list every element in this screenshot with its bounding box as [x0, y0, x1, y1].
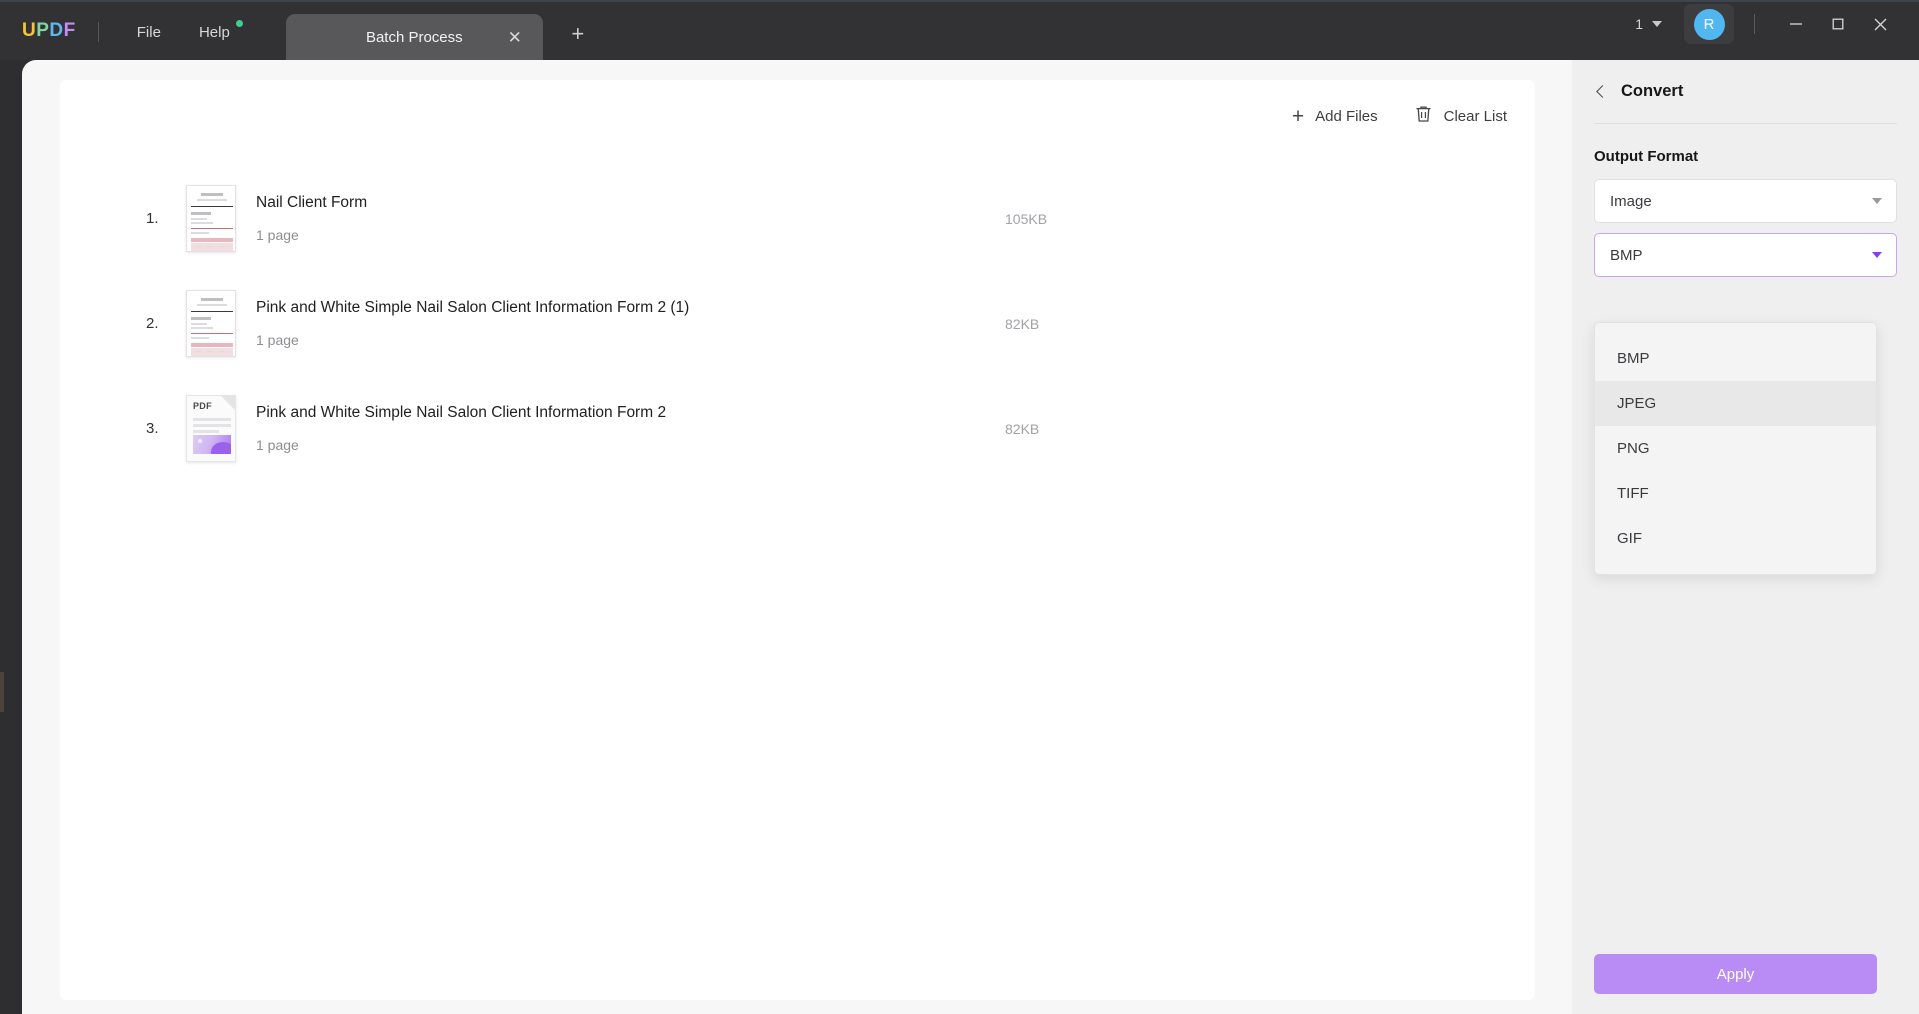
file-list-toolbar: + Add Files Clear List — [1292, 104, 1507, 128]
app-body: + Add Files Clear List 1. Nail Client Fo… — [0, 60, 1919, 1014]
tab-batch-process-label: Batch Process — [365, 28, 463, 46]
content-area: + Add Files Clear List 1. Nail Client Fo… — [22, 60, 1572, 1014]
chevron-down-icon — [1872, 198, 1882, 204]
file-pages: 1 page — [256, 437, 299, 453]
output-format-label: Output Format — [1594, 148, 1699, 165]
apply-button-label: Apply — [1716, 965, 1755, 983]
output-format-select[interactable]: Image — [1594, 179, 1897, 223]
logo-letter-d: D — [49, 20, 64, 41]
file-name: Nail Client Form — [256, 194, 368, 211]
file-info: Pink and White Simple Nail Salon Client … — [256, 299, 689, 348]
image-subformat-select[interactable]: BMP — [1594, 233, 1897, 277]
convert-panel: Convert Output Format Image BMP BMP JPEG… — [1572, 60, 1919, 1014]
file-info: Nail Client Form 1 page — [256, 194, 367, 243]
dropdown-option-label: GIF — [1617, 530, 1642, 547]
window-edge-marker — [0, 672, 4, 712]
avatar: R — [1693, 8, 1725, 40]
panel-divider — [1594, 123, 1897, 124]
dropdown-option-tiff[interactable]: TIFF — [1595, 471, 1876, 516]
file-thumbnail — [186, 290, 236, 357]
pdf-file-icon: PDF — [186, 395, 236, 462]
dropdown-option-png[interactable]: PNG — [1595, 426, 1876, 471]
file-name: Pink and White Simple Nail Salon Client … — [256, 299, 690, 316]
file-size: 105KB — [1005, 210, 1048, 227]
menu-help-label: Help — [198, 24, 230, 41]
file-list: 1. Nail Client Form 1 page 105KB 2. Pink… — [60, 166, 1535, 481]
dropdown-option-bmp[interactable]: BMP — [1595, 336, 1876, 381]
trash-icon — [1414, 104, 1433, 128]
title-bar: U P D F File Help Batch Process ✕ + 1 R — [0, 0, 1919, 60]
minimize-button[interactable] — [1775, 9, 1817, 39]
dropdown-option-label: TIFF — [1617, 485, 1649, 502]
menu-file[interactable]: File — [133, 22, 165, 43]
image-placeholder-icon — [193, 435, 231, 454]
minimize-icon — [1790, 23, 1802, 25]
page-fold-icon — [221, 396, 235, 410]
titlebar-accent-line — [0, 0, 1919, 2]
titlebar-right-group: 1 R — [1635, 4, 1901, 44]
file-thumbnail — [186, 185, 236, 252]
plus-icon: + — [1291, 104, 1305, 128]
chevron-down-icon — [1652, 21, 1662, 27]
file-size: 82KB — [1005, 420, 1040, 437]
file-pages: 1 page — [256, 227, 299, 243]
dropdown-option-label: PNG — [1617, 440, 1650, 457]
chevron-left-icon[interactable] — [1596, 85, 1609, 98]
clear-list-button[interactable]: Clear List — [1414, 104, 1507, 128]
add-files-button[interactable]: + Add Files — [1292, 106, 1378, 127]
updf-logo: U P D F — [22, 20, 76, 42]
image-subformat-value: BMP — [1610, 246, 1643, 264]
logo-letter-p: P — [36, 20, 50, 41]
menu-file-label: File — [136, 24, 161, 41]
file-size: 82KB — [1005, 315, 1040, 332]
logo-letter-f: F — [63, 20, 76, 41]
list-item[interactable]: 2. Pink and White Simple Nail Salon Clie… — [60, 271, 1535, 376]
page-title: Convert — [1621, 82, 1684, 100]
file-pages: 1 page — [256, 332, 299, 348]
row-index: 3. — [146, 420, 159, 437]
dropdown-option-jpeg[interactable]: JPEG — [1595, 381, 1876, 426]
clear-list-label: Clear List — [1443, 107, 1507, 125]
close-icon[interactable]: ✕ — [505, 27, 525, 47]
file-list-card: + Add Files Clear List 1. Nail Client Fo… — [60, 80, 1535, 1000]
list-item[interactable]: 3. PDF Pink and White Simple Nail Salon … — [60, 376, 1535, 481]
output-format-value: Image — [1610, 192, 1652, 210]
logo-letter-u: U — [22, 20, 37, 41]
close-window-button[interactable] — [1859, 9, 1901, 39]
notification-dot-icon — [235, 20, 243, 27]
pdf-label: PDF — [193, 401, 212, 411]
file-name: Pink and White Simple Nail Salon Client … — [256, 404, 667, 421]
logo-divider — [97, 22, 99, 42]
close-icon — [1874, 18, 1886, 30]
maximize-icon — [1832, 18, 1844, 30]
tab-strip: Batch Process ✕ + — [285, 14, 591, 60]
page-count-value: 1 — [1635, 16, 1643, 32]
tab-batch-process[interactable]: Batch Process ✕ — [285, 14, 543, 60]
image-subformat-dropdown: BMP JPEG PNG TIFF GIF — [1594, 322, 1877, 575]
row-index: 1. — [146, 210, 159, 227]
chevron-down-icon — [1872, 252, 1882, 258]
plus-icon[interactable]: + — [565, 21, 591, 47]
maximize-button[interactable] — [1817, 9, 1859, 39]
row-index: 2. — [146, 315, 159, 332]
dropdown-option-label: BMP — [1617, 350, 1650, 367]
apply-button[interactable]: Apply — [1594, 954, 1877, 994]
dropdown-option-gif[interactable]: GIF — [1595, 516, 1876, 561]
titlebar-divider — [1754, 14, 1755, 34]
dropdown-option-label: JPEG — [1617, 395, 1657, 412]
menu-help[interactable]: Help — [195, 20, 243, 43]
page-count-selector[interactable]: 1 — [1635, 16, 1662, 32]
add-files-label: Add Files — [1315, 107, 1378, 125]
account-button[interactable]: R — [1684, 4, 1734, 44]
panel-header: Convert — [1572, 60, 1919, 101]
list-item[interactable]: 1. Nail Client Form 1 page 105KB — [60, 166, 1535, 271]
file-info: Pink and White Simple Nail Salon Client … — [256, 404, 666, 453]
